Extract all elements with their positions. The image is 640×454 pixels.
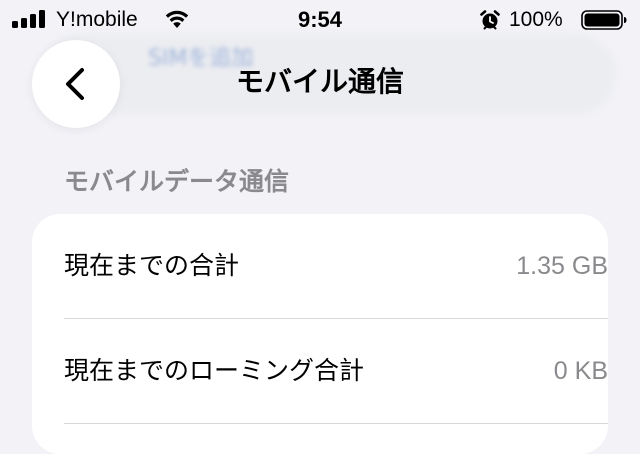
battery-percent: 100% xyxy=(509,8,563,31)
alarm-clock-icon xyxy=(480,10,500,30)
section-header: モバイルデータ通信 xyxy=(64,167,290,196)
list-item-current-total: 現在までの合計 1.35 GB xyxy=(64,214,608,318)
row-divider xyxy=(64,423,608,424)
battery-full-icon xyxy=(581,10,627,30)
page-title: モバイル通信 xyxy=(235,65,404,98)
list-item-roaming-total: 現在までのローミング合計 0 KB xyxy=(64,319,608,423)
row-value: 1.35 GB xyxy=(516,252,608,280)
row-label: 現在までの合計 xyxy=(64,251,240,280)
row-value: 0 KB xyxy=(553,357,608,385)
mobile-data-card: 現在までの合計 1.35 GB 現在までのローミング合計 0 KB xyxy=(32,214,608,454)
row-label: 現在までのローミング合計 xyxy=(64,356,365,385)
